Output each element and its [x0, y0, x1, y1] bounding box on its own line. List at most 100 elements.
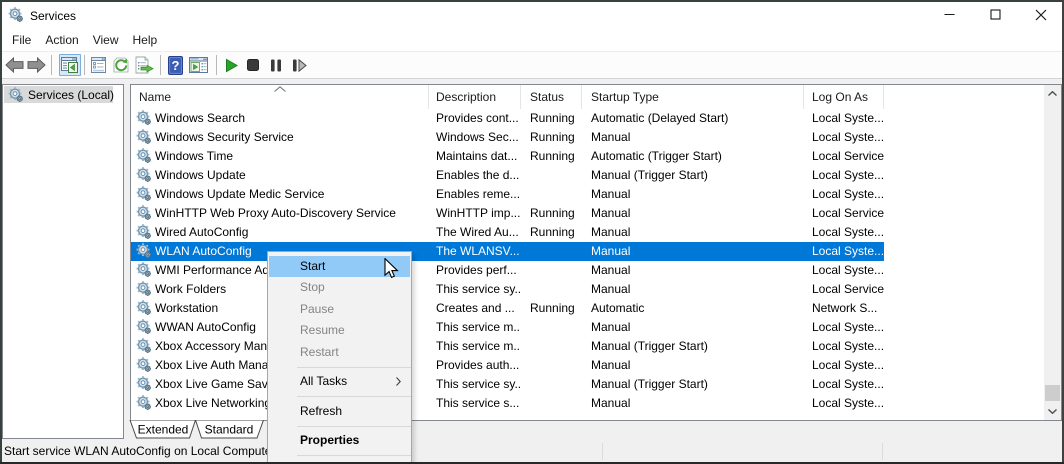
- sort-ascending-icon: [274, 86, 286, 92]
- back-arrow-button[interactable]: [3, 54, 25, 76]
- cell-description: This service sy...: [429, 375, 521, 394]
- service-row[interactable]: WMI Performance AdapterProvides perf...M…: [131, 261, 884, 280]
- service-row[interactable]: Xbox Live Auth ManagerProvides auth...Ma…: [131, 356, 884, 375]
- cell-startup-type: Manual (Trigger Start): [582, 166, 804, 185]
- context-menu-item-stop: Stop: [269, 277, 410, 299]
- service-row[interactable]: Xbox Accessory Management ServiceThis se…: [131, 337, 884, 356]
- services-gear-icon: [136, 281, 153, 297]
- show-action-pane-icon: [189, 57, 208, 74]
- chevron-up-icon: [1048, 91, 1057, 96]
- context-menu-item-resume: Resume: [269, 320, 410, 342]
- cell-status: [521, 337, 582, 356]
- cell-startup-type: Manual: [582, 128, 804, 147]
- cell-name: Windows Update Medic Service: [131, 185, 429, 204]
- services-gear-icon: [8, 7, 25, 23]
- service-row[interactable]: Wired AutoConfigThe Wired Au...RunningMa…: [131, 223, 884, 242]
- start-service-button[interactable]: [220, 54, 242, 76]
- context-menu-item-refresh[interactable]: Refresh: [269, 401, 410, 423]
- pause-service-icon: [270, 59, 282, 72]
- service-row[interactable]: Windows Update Medic ServiceEnables reme…: [131, 185, 884, 204]
- scrollbar-thumb[interactable]: [1045, 385, 1060, 401]
- service-row[interactable]: Windows SearchProvides cont...RunningAut…: [131, 109, 884, 128]
- column-header-log-on-as[interactable]: Log On As: [804, 85, 884, 109]
- tab-standard-label: Standard: [205, 423, 254, 437]
- service-row[interactable]: WWAN AutoConfigThis service m...ManualLo…: [131, 318, 884, 337]
- cell-description: Enables the d...: [429, 166, 521, 185]
- column-header-startup-type[interactable]: Startup Type: [582, 85, 804, 109]
- properties-button[interactable]: [87, 54, 109, 76]
- cell-description: This service m...: [429, 318, 521, 337]
- minimize-button[interactable]: [926, 0, 972, 29]
- service-row[interactable]: Work FoldersThis service sy...ManualLoca…: [131, 280, 884, 299]
- export-list-button[interactable]: [133, 54, 155, 76]
- status-separator: [602, 443, 603, 460]
- cell-description: WinHTTP imp...: [429, 204, 521, 223]
- cell-startup-type: Manual: [582, 223, 804, 242]
- status-text: Start service WLAN AutoConfig on Local C…: [4, 444, 275, 458]
- column-header-status[interactable]: Status: [521, 85, 582, 109]
- cell-description: Windows Sec...: [429, 128, 521, 147]
- pause-service-button[interactable]: [265, 54, 287, 76]
- cell-log-on-as: Local Service: [804, 204, 884, 223]
- forward-arrow-button[interactable]: [25, 54, 47, 76]
- service-row[interactable]: Windows Security ServiceWindows Sec...Ru…: [131, 128, 884, 147]
- service-name: Work Folders: [155, 280, 226, 299]
- cell-log-on-as: Network S...: [804, 299, 884, 318]
- scroll-up-button[interactable]: [1044, 85, 1061, 102]
- service-row[interactable]: Xbox Live Networking ServiceThis service…: [131, 394, 884, 413]
- cell-description: Maintains dat...: [429, 147, 521, 166]
- service-row[interactable]: Windows UpdateEnables the d... Manual (Tr…: [131, 166, 884, 185]
- cell-startup-type: Manual (Trigger Start): [582, 375, 804, 394]
- show-action-pane-button[interactable]: [188, 54, 210, 76]
- service-row[interactable]: WinHTTP Web Proxy Auto-Discovery Service…: [131, 204, 884, 223]
- cell-startup-type: Manual: [582, 318, 804, 337]
- services-gear-icon: [136, 110, 153, 126]
- service-name: WinHTTP Web Proxy Auto-Discovery Service: [155, 204, 396, 223]
- help-button[interactable]: ?: [164, 54, 186, 76]
- status-separator: [882, 443, 883, 460]
- forward-arrow-icon: [27, 57, 46, 73]
- services-gear-icon: [136, 205, 153, 221]
- service-row[interactable]: WLAN AutoConfigThe WLANSV...ManualLocal …: [131, 242, 884, 261]
- vertical-scrollbar[interactable]: [1044, 85, 1061, 420]
- services-gear-icon: [136, 186, 153, 202]
- cell-log-on-as: Local Syste...: [804, 261, 884, 280]
- minimize-icon: [944, 9, 955, 20]
- close-button[interactable]: [1018, 0, 1064, 29]
- maximize-button[interactable]: [972, 0, 1018, 29]
- menu-view[interactable]: View: [86, 30, 126, 50]
- column-header-description[interactable]: Description: [429, 85, 521, 109]
- services-window: Services FileActionViewHelp ? Services (…: [0, 0, 1064, 464]
- services-gear-icon: [136, 395, 153, 411]
- menu-file[interactable]: File: [5, 30, 38, 50]
- scroll-down-button[interactable]: [1044, 403, 1061, 420]
- cell-startup-type: Manual: [582, 261, 804, 280]
- stop-service-button[interactable]: [242, 54, 264, 76]
- cell-status: [521, 375, 582, 394]
- service-row[interactable]: Windows TimeMaintains dat...RunningAutom…: [131, 147, 884, 166]
- show-console-tree-button[interactable]: [59, 54, 81, 76]
- refresh-button[interactable]: [110, 54, 132, 76]
- cell-status: [521, 166, 582, 185]
- cell-log-on-as: Local Syste...: [804, 166, 884, 185]
- cell-name: Windows Update: [131, 166, 429, 185]
- cell-status: Running: [521, 147, 582, 166]
- mouse-cursor-icon: [384, 258, 400, 280]
- list-header: NameDescriptionStatusStartup TypeLog On …: [131, 85, 1044, 109]
- context-menu-separator: [297, 367, 411, 368]
- cell-status: Running: [521, 128, 582, 147]
- service-row[interactable]: WorkstationCreates and ...RunningAutomat…: [131, 299, 884, 318]
- maximize-icon: [990, 9, 1001, 20]
- service-row[interactable]: Xbox Live Game SaveThis service sy...Man…: [131, 375, 884, 394]
- menu-help[interactable]: Help: [126, 30, 165, 50]
- context-menu-item-properties[interactable]: Properties: [269, 430, 410, 452]
- tree-item-services-local[interactable]: Services (Local): [4, 86, 113, 103]
- context-menu-item-all-tasks[interactable]: All Tasks: [269, 371, 410, 393]
- restart-service-button[interactable]: [288, 54, 310, 76]
- cell-description: This service sy...: [429, 280, 521, 299]
- menu-action[interactable]: Action: [38, 30, 85, 50]
- cell-description: Provides perf...: [429, 261, 521, 280]
- cell-startup-type: Manual: [582, 280, 804, 299]
- toolbar: ?: [0, 52, 1064, 79]
- service-name: WWAN AutoConfig: [155, 318, 256, 337]
